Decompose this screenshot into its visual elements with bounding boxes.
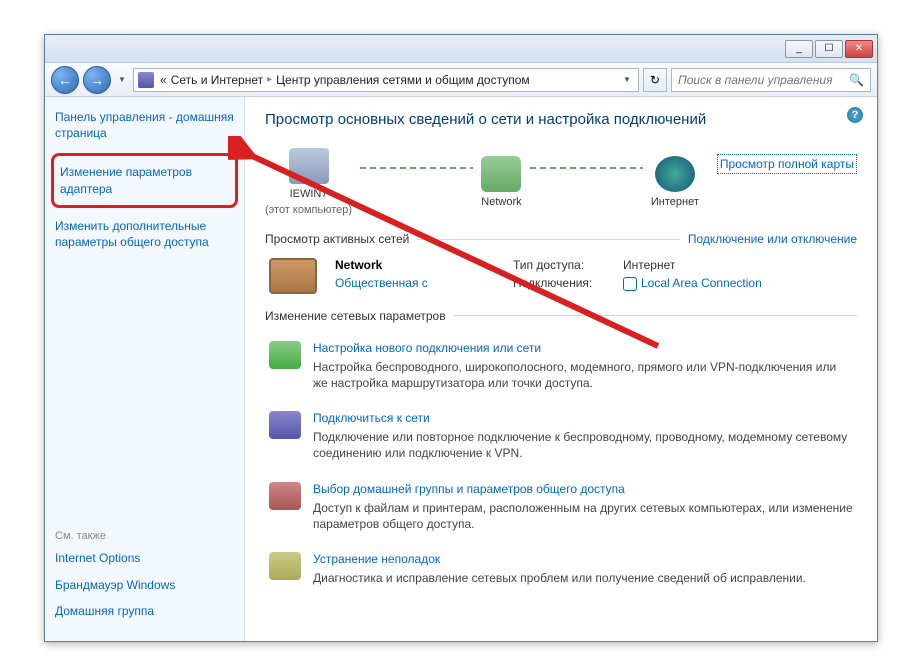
network-icon	[481, 156, 521, 192]
sidebar-sharing-link[interactable]: Изменить дополнительные параметры общего…	[55, 218, 234, 250]
troubleshoot-icon	[269, 552, 301, 580]
address-dropdown[interactable]: ▼	[620, 70, 634, 90]
diagram-network-node: Network	[481, 156, 521, 208]
active-networks-header: Просмотр активных сетей Подключение или …	[265, 232, 857, 246]
diagram-pc-sublabel: (этот компьютер)	[265, 204, 352, 216]
highlight-annotation: Изменение параметров адаптера	[51, 153, 238, 207]
nav-history-dropdown[interactable]: ▼	[115, 70, 129, 90]
connections-label: Подключения:	[513, 276, 613, 291]
active-network-row: Network Общественная с Тип доступа: Инте…	[265, 248, 857, 309]
param-desc: Доступ к файлам и принтерам, расположенн…	[313, 500, 853, 532]
new-connection-icon	[269, 341, 301, 369]
access-type-label: Тип доступа:	[513, 258, 613, 272]
bench-icon	[269, 258, 317, 294]
connect-disconnect-link[interactable]: Подключение или отключение	[688, 232, 857, 246]
full-map-link[interactable]: Просмотр полной карты	[717, 154, 857, 174]
body: Панель управления - домашняя страница Из…	[45, 97, 877, 641]
new-connection-link[interactable]: Настройка нового подключения или сети	[313, 341, 853, 355]
sidebar-home-link[interactable]: Панель управления - домашняя страница	[55, 109, 234, 141]
search-box[interactable]: 🔍	[671, 68, 871, 92]
param-item: Устранение неполадок Диагностика и испра…	[265, 542, 857, 596]
window-frame: _ ☐ ✕ ← → ▼ « Сеть и Интернет ▸ Центр уп…	[44, 34, 878, 642]
diagram-pc-node: IEWIN7 (этот компьютер)	[265, 148, 352, 216]
page-title: Просмотр основных сведений о сети и наст…	[265, 111, 857, 128]
diagram-network-label: Network	[481, 196, 521, 208]
breadcrumb-separator-icon: ▸	[267, 74, 272, 85]
network-name: Network	[335, 258, 495, 272]
active-networks-label: Просмотр активных сетей	[265, 232, 409, 246]
param-desc: Диагностика и исправление сетевых пробле…	[313, 570, 853, 586]
nav-back-button[interactable]: ←	[51, 66, 79, 94]
param-desc: Подключение или повторное подключение к …	[313, 429, 853, 461]
see-also-label: См. также	[55, 530, 234, 542]
sidebar-firewall-link[interactable]: Брандмауэр Windows	[55, 577, 234, 593]
breadcrumb-item[interactable]: Сеть и Интернет	[171, 73, 263, 87]
breadcrumb-prefix: «	[160, 73, 167, 87]
computer-icon	[289, 148, 329, 184]
ethernet-icon	[623, 277, 637, 291]
sidebar-adapter-link[interactable]: Изменение параметров адаптера	[60, 164, 229, 196]
navbar: ← → ▼ « Сеть и Интернет ▸ Центр управлен…	[45, 63, 877, 97]
sidebar: Панель управления - домашняя страница Из…	[45, 97, 245, 641]
network-diagram: IEWIN7 (этот компьютер) Network Интернет…	[265, 142, 857, 220]
search-input[interactable]	[678, 73, 843, 87]
search-icon[interactable]: 🔍	[849, 73, 864, 87]
param-item: Настройка нового подключения или сети На…	[265, 331, 857, 401]
titlebar: _ ☐ ✕	[45, 35, 877, 63]
refresh-button[interactable]: ↻	[643, 68, 667, 92]
address-bar[interactable]: « Сеть и Интернет ▸ Центр управления сет…	[133, 68, 639, 92]
minimize-button[interactable]: _	[785, 40, 813, 58]
access-type-value: Интернет	[623, 258, 675, 272]
connect-network-link[interactable]: Подключиться к сети	[313, 411, 853, 425]
diagram-internet-node: Интернет	[651, 156, 699, 208]
help-icon[interactable]: ?	[847, 107, 863, 123]
content-pane: ? Просмотр основных сведений о сети и на…	[245, 97, 877, 641]
globe-icon	[655, 156, 695, 192]
breadcrumb: « Сеть и Интернет ▸ Центр управления сет…	[160, 73, 530, 87]
params-header: Изменение сетевых параметров	[265, 309, 857, 323]
nav-forward-button[interactable]: →	[83, 66, 111, 94]
connect-network-icon	[269, 411, 301, 439]
homegroup-icon	[269, 482, 301, 510]
sidebar-homegroup-link[interactable]: Домашняя группа	[55, 603, 234, 619]
network-type-link[interactable]: Общественная с	[335, 276, 495, 290]
diagram-internet-label: Интернет	[651, 196, 699, 208]
param-desc: Настройка беспроводного, широкополосного…	[313, 359, 853, 391]
location-icon	[138, 72, 154, 88]
diagram-connector	[530, 167, 643, 169]
close-button[interactable]: ✕	[845, 40, 873, 58]
diagram-pc-label: IEWIN7	[290, 188, 328, 200]
param-item: Выбор домашней группы и параметров общег…	[265, 472, 857, 542]
connection-link[interactable]: Local Area Connection	[623, 276, 762, 291]
sidebar-inet-options-link[interactable]: Internet Options	[55, 550, 234, 566]
diagram-connector	[360, 167, 473, 169]
troubleshoot-link[interactable]: Устранение неполадок	[313, 552, 853, 566]
param-item: Подключиться к сети Подключение или повт…	[265, 401, 857, 471]
breadcrumb-item[interactable]: Центр управления сетями и общим доступом	[276, 73, 530, 87]
maximize-button[interactable]: ☐	[815, 40, 843, 58]
homegroup-link[interactable]: Выбор домашней группы и параметров общег…	[313, 482, 853, 496]
params-section: Настройка нового подключения или сети На…	[265, 331, 857, 596]
